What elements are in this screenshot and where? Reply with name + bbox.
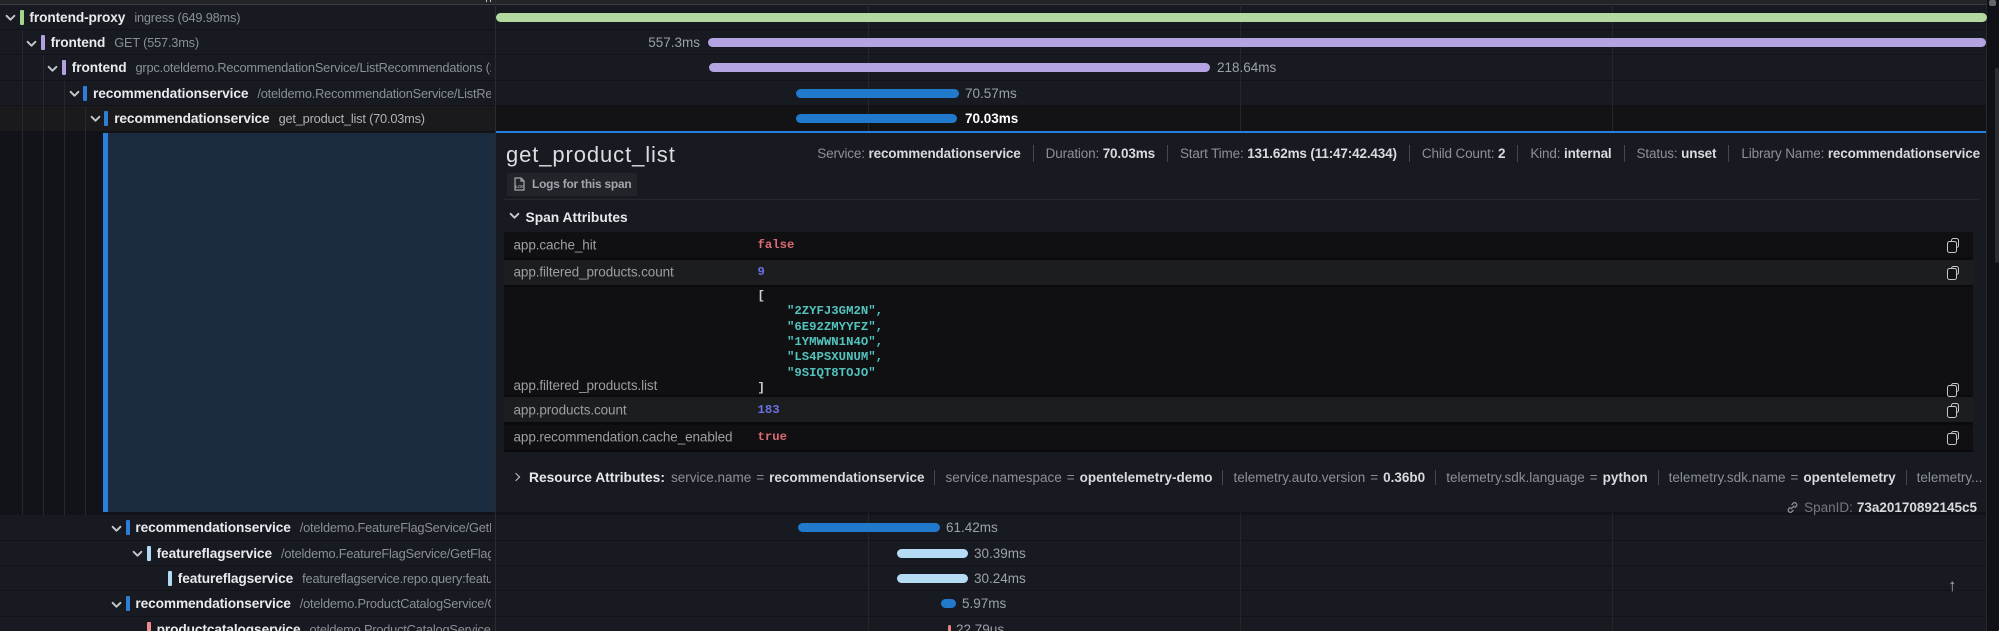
svg-text:LOG: LOG: [515, 184, 525, 189]
